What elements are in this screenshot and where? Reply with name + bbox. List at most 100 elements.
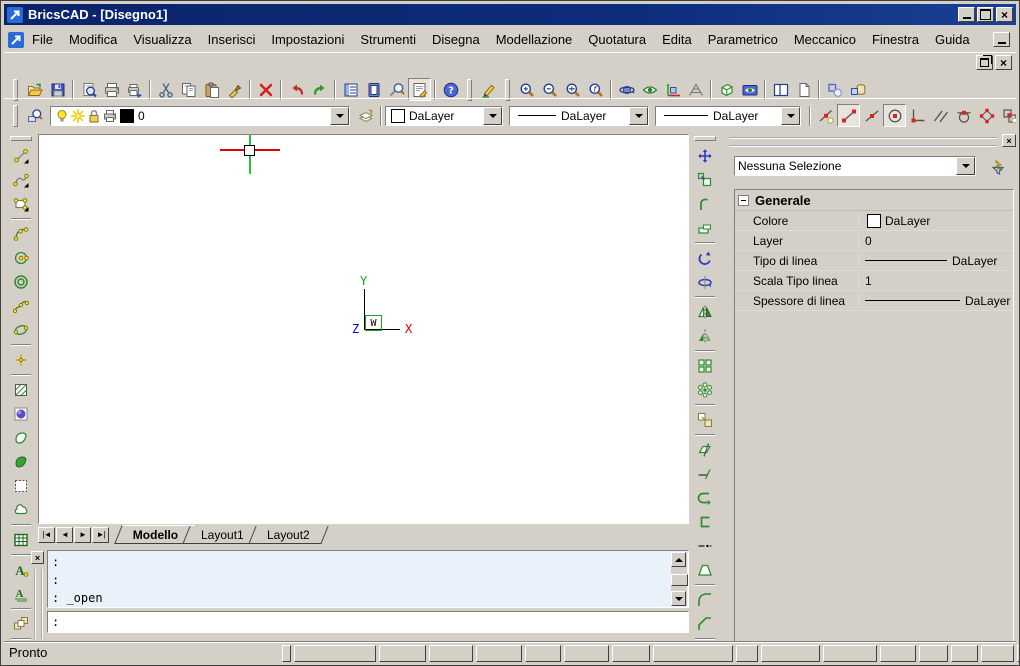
draw-gradient-button[interactable] [9,402,33,426]
selection-combo-dropdown[interactable] [956,157,975,175]
scrollbar-thumb[interactable] [671,574,688,586]
snap-perpendicular-button[interactable] [906,104,929,127]
layer-combo-dropdown[interactable] [330,107,349,125]
status-cell[interactable] [379,645,426,662]
layer-explorer-button[interactable] [23,104,46,127]
rotate-3d-button[interactable] [693,270,717,294]
array-polar-button[interactable] [693,378,717,402]
draw-arc-button[interactable] [9,222,33,246]
draw-donut-button[interactable] [9,270,33,294]
command-input[interactable] [47,611,689,633]
break-button[interactable] [693,510,717,534]
draw-ellipse-button[interactable] [9,318,33,342]
selection-combo[interactable]: Nessuna Selezione [734,156,976,176]
mirror-button[interactable] [693,300,717,324]
mirror-3d-button[interactable] [693,324,717,348]
mdi-restore-button[interactable] [976,55,993,70]
draw-text-button[interactable]: A [9,558,33,582]
draw-region-button[interactable] [9,426,33,450]
explode-button[interactable] [693,558,717,582]
command-grip[interactable] [34,569,43,639]
status-cell[interactable] [823,645,877,662]
snap-tangent-button[interactable] [952,104,975,127]
draw-mtext-button[interactable]: A [9,582,33,606]
tab-layout2[interactable]: Layout2 [248,526,328,544]
menu-item-impostazioni[interactable]: Impostazioni [263,29,352,50]
extend-button[interactable] [693,486,717,510]
snap-center-button[interactable] [883,104,906,127]
drawing-canvas[interactable]: Y X Z W [38,134,689,524]
menu-item-modellazione[interactable]: Modellazione [488,29,581,50]
array-button[interactable] [693,354,717,378]
mdi-minimize-button[interactable] [993,32,1010,47]
snap-parallel-button[interactable] [929,104,952,127]
menu-item-file[interactable]: File [24,29,61,50]
layers-button[interactable] [354,104,377,127]
status-cell[interactable] [919,645,948,662]
toolbar-grip[interactable] [13,105,18,127]
lineweight-combo-dropdown[interactable] [781,107,800,125]
scroll-up-button[interactable] [671,552,686,567]
draw-circle-button[interactable] [9,246,33,270]
draw-rectangle-button[interactable] [9,192,33,216]
snap-quadrant-button[interactable] [975,104,998,127]
join-button[interactable] [693,534,717,558]
status-cell[interactable] [612,645,650,662]
snap-endpoint-button[interactable] [837,104,860,127]
draw-cloud-button[interactable] [9,498,33,522]
properties-close-button[interactable]: × [1002,134,1016,147]
status-cell[interactable] [653,645,733,662]
draw-polyline-button[interactable] [9,168,33,192]
move-button[interactable] [693,144,717,168]
mdi-close-button[interactable]: × [995,55,1012,70]
tab-first-button[interactable]: |◄ [38,527,55,543]
draw-spline-button[interactable] [9,294,33,318]
scale-button[interactable] [693,408,717,432]
toolbar-grip[interactable] [694,136,716,141]
draw-point-button[interactable] [9,348,33,372]
snap-insertion-button[interactable] [998,104,1016,127]
rotate-button[interactable] [693,246,717,270]
command-close-button[interactable]: × [31,551,44,564]
close-button[interactable]: × [996,7,1013,22]
offset-button[interactable] [693,192,717,216]
menu-item-modifica[interactable]: Modifica [61,29,125,50]
stretch-button[interactable] [693,216,717,240]
linetype-combo-dropdown[interactable] [629,107,648,125]
menu-item-parametrico[interactable]: Parametrico [700,29,786,50]
command-dock-handle[interactable]: × [31,549,45,642]
status-cell[interactable] [282,645,291,662]
lengthen-button[interactable] [693,462,717,486]
menu-item-inserisci[interactable]: Inserisci [200,29,264,50]
draw-table-button[interactable] [9,528,33,552]
status-cell[interactable] [880,645,916,662]
tab-next-button[interactable]: ► [74,527,91,543]
chamfer-button[interactable] [693,612,717,636]
command-scrollbar[interactable] [671,552,687,606]
layer-combo[interactable]: 0 [50,106,350,126]
menu-item-disegna[interactable]: Disegna [424,29,488,50]
color-combo-dropdown[interactable] [483,107,502,125]
insert-block-button[interactable] [9,612,33,636]
snap-nearest-button[interactable] [814,104,837,127]
status-cell[interactable] [951,645,978,662]
menu-item-quotatura[interactable]: Quotatura [580,29,654,50]
trim-button[interactable] [693,438,717,462]
tab-last-button[interactable]: ►| [92,527,109,543]
collapse-icon[interactable] [738,195,749,206]
minimize-button[interactable] [958,7,975,22]
draw-hatch-button[interactable] [9,378,33,402]
status-cell[interactable] [981,645,1014,662]
color-combo[interactable]: DaLayer [385,106,503,126]
draw-line-button[interactable] [9,144,33,168]
properties-grip[interactable] [729,137,997,147]
status-cell[interactable] [476,645,522,662]
status-cell[interactable] [429,645,473,662]
menu-item-edita[interactable]: Edita [654,29,700,50]
draw-solid-button[interactable] [9,450,33,474]
status-cell[interactable] [761,645,820,662]
linetype-combo[interactable]: DaLayer [509,106,649,126]
tab-prev-button[interactable]: ◄ [56,527,73,543]
menu-item-visualizza[interactable]: Visualizza [125,29,199,50]
lineweight-combo[interactable]: DaLayer [655,106,801,126]
